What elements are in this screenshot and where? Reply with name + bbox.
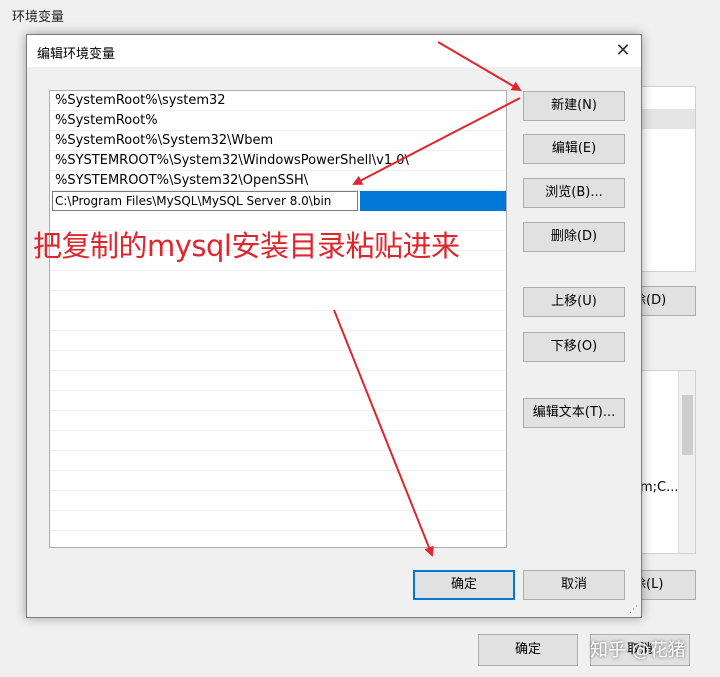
dialog-titlebar: 编辑环境变量 ✕ <box>27 35 641 67</box>
system-variables-list[interactable] <box>640 370 696 554</box>
edit-button[interactable]: 编辑(E) <box>523 134 625 164</box>
list-item[interactable]: %SYSTEMROOT%\System32\WindowsPowerShell\… <box>50 151 506 171</box>
system-variable-value: m;C... <box>640 480 679 495</box>
list-item[interactable]: %SystemRoot%\System32\Wbem <box>50 131 506 151</box>
path-list[interactable]: %SystemRoot%\system32 %SystemRoot% %Syst… <box>49 90 507 548</box>
edit-text-button[interactable]: 编辑文本(T)... <box>523 398 625 428</box>
scrollbar[interactable] <box>678 371 695 553</box>
background-ok-button[interactable]: 确定 <box>478 634 578 666</box>
edit-environment-variable-dialog: 编辑环境变量 ✕ %SystemRoot%\system32 %SystemRo… <box>26 34 642 618</box>
editing-row[interactable]: C:\Program Files\MySQL\MySQL Server 8.0\… <box>50 191 506 211</box>
list-item[interactable]: %SYSTEMROOT%\System32\OpenSSH\ <box>50 171 506 191</box>
dialog-title: 编辑环境变量 <box>37 47 116 62</box>
ok-button[interactable]: 确定 <box>413 570 515 600</box>
path-edit-input[interactable]: C:\Program Files\MySQL\MySQL Server 8.0\… <box>52 191 358 211</box>
watermark: 知乎 @花猪 <box>590 640 686 661</box>
move-down-button[interactable]: 下移(O) <box>523 332 625 362</box>
list-item[interactable]: %SystemRoot% <box>50 111 506 131</box>
selection-highlight <box>360 191 506 211</box>
user-variables-list[interactable] <box>640 86 696 272</box>
close-icon[interactable]: ✕ <box>611 39 635 63</box>
annotation-text: 把复制的mysql安装目录粘贴进来 <box>33 229 460 263</box>
resize-grip-icon[interactable]: ⋰ <box>629 605 639 615</box>
list-item[interactable]: %SystemRoot%\system32 <box>50 91 506 111</box>
new-button[interactable]: 新建(N) <box>523 91 625 121</box>
browse-button[interactable]: 浏览(B)... <box>523 178 625 208</box>
cancel-button[interactable]: 取消 <box>523 570 625 600</box>
move-up-button[interactable]: 上移(U) <box>523 287 625 317</box>
background-window-title: 环境变量 <box>12 10 65 25</box>
delete-button[interactable]: 删除(D) <box>523 222 625 252</box>
